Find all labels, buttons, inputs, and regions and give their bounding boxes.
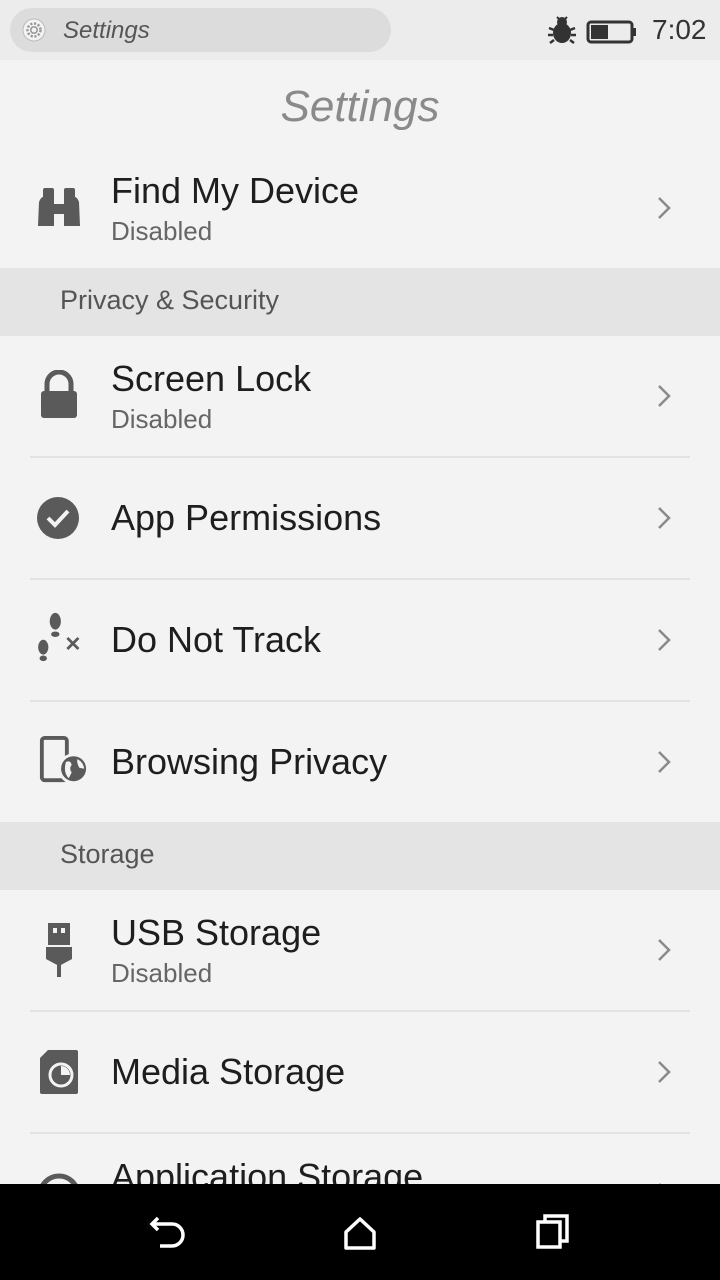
settings-screen: Settings 7:02 Settings Find My Device Di… xyxy=(0,0,720,1280)
screen-lock-status: Disabled xyxy=(111,404,213,434)
chevron-right-icon xyxy=(658,507,671,529)
find-my-device-item[interactable]: Find My Device Disabled xyxy=(0,148,720,268)
usb-storage-title: USB Storage xyxy=(111,912,322,953)
browsing-privacy-title: Browsing Privacy xyxy=(111,741,388,782)
bug-icon xyxy=(548,16,576,44)
navigation-bar xyxy=(0,1184,720,1280)
clock: 7:02 xyxy=(652,14,707,45)
gear-icon xyxy=(22,18,46,42)
url-bar-text: Settings xyxy=(63,17,150,44)
do-not-track-title: Do Not Track xyxy=(111,619,322,660)
check-circle-icon xyxy=(37,497,79,539)
media-storage-item[interactable]: Media Storage xyxy=(0,1012,720,1132)
usb-icon xyxy=(46,923,72,977)
status-bar: Settings 7:02 xyxy=(0,0,720,60)
section-label-storage: Storage xyxy=(60,839,155,869)
footprints-x-icon xyxy=(38,612,80,662)
usb-storage-item[interactable]: USB Storage Disabled xyxy=(0,890,720,1010)
recent-apps-icon[interactable] xyxy=(528,1212,576,1252)
chevron-right-icon xyxy=(658,939,671,961)
find-my-device-title: Find My Device xyxy=(111,170,360,211)
section-header-storage: Storage xyxy=(0,822,720,890)
do-not-track-item[interactable]: Do Not Track xyxy=(0,580,720,700)
binoculars-icon xyxy=(38,188,80,226)
app-permissions-item[interactable]: App Permissions xyxy=(0,458,720,578)
usb-storage-status: Disabled xyxy=(111,958,213,988)
section-label-privacy: Privacy & Security xyxy=(60,285,280,315)
section-header-privacy: Privacy & Security xyxy=(0,268,720,336)
sd-card-icon xyxy=(40,1050,78,1094)
back-icon[interactable] xyxy=(144,1212,192,1252)
find-my-device-status: Disabled xyxy=(111,216,213,246)
page-title: Settings xyxy=(280,82,440,131)
chevron-right-icon xyxy=(658,197,671,219)
media-storage-title: Media Storage xyxy=(111,1051,346,1092)
chevron-right-icon xyxy=(658,751,671,773)
lock-icon xyxy=(41,370,77,418)
screen-lock-title: Screen Lock xyxy=(111,358,312,399)
chevron-right-icon xyxy=(658,385,671,407)
phone-globe-icon xyxy=(39,736,89,785)
battery-icon xyxy=(586,20,636,44)
chevron-right-icon xyxy=(658,1061,671,1083)
app-permissions-title: App Permissions xyxy=(111,497,382,538)
screen-lock-item[interactable]: Screen Lock Disabled xyxy=(0,336,720,456)
url-bar[interactable]: Settings xyxy=(10,8,391,52)
chevron-right-icon xyxy=(658,629,671,651)
browsing-privacy-item[interactable]: Browsing Privacy xyxy=(0,702,720,822)
home-icon[interactable] xyxy=(336,1212,384,1252)
